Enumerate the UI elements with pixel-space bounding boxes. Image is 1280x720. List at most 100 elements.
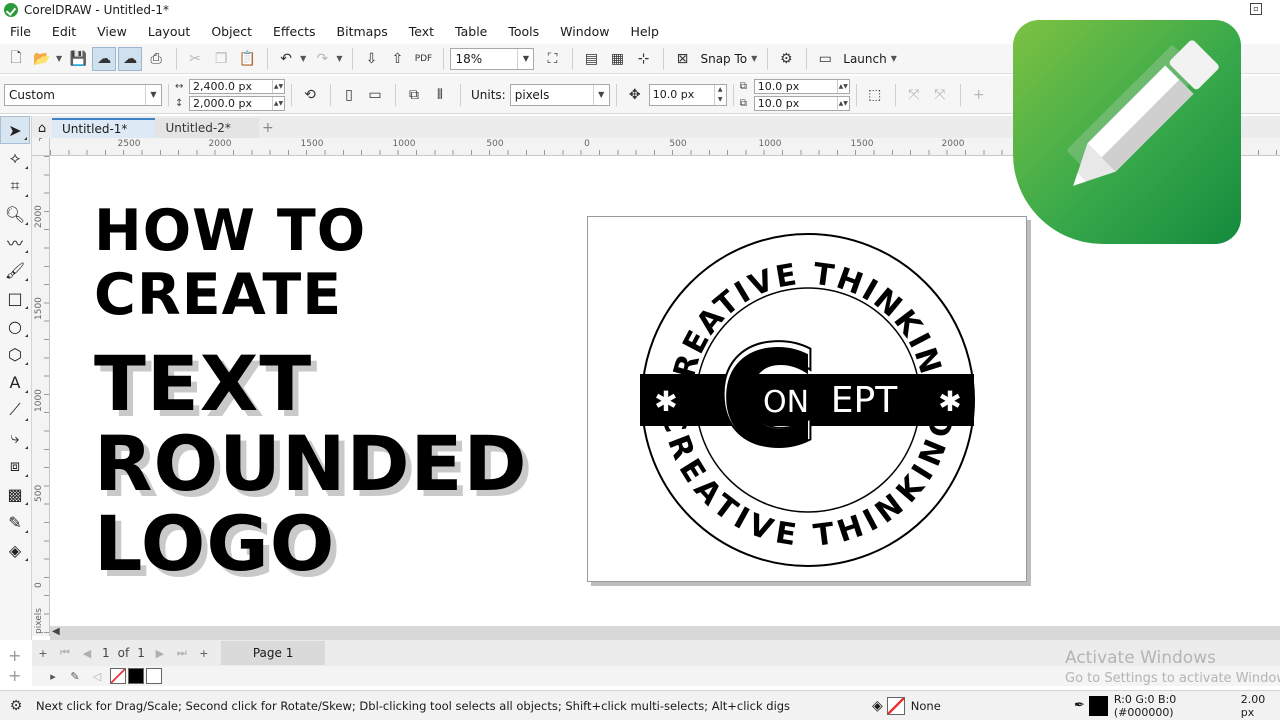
first-page-icon[interactable]: ⏮	[54, 646, 76, 660]
show-grid-icon[interactable]: ▦	[605, 47, 629, 71]
page-1-tab[interactable]: Page 1	[220, 641, 326, 665]
menu-bitmaps[interactable]: Bitmaps	[337, 24, 388, 39]
import-icon[interactable]: ⇩	[359, 47, 383, 71]
all-pages-icon[interactable]: ⧉	[402, 83, 426, 107]
shape-tool-icon[interactable]: ⟡	[0, 144, 30, 172]
add-page-before-icon[interactable]: +	[32, 647, 54, 660]
menu-layout[interactable]: Layout	[148, 24, 191, 39]
ellipse-tool-icon[interactable]: ○	[0, 312, 30, 340]
spin-arrows-icon[interactable]: ▲▼	[272, 96, 284, 110]
chevron-down-icon[interactable]: ▼	[517, 48, 533, 69]
swatch-none[interactable]	[110, 668, 126, 684]
fill-indicator[interactable]: ◈ None	[872, 696, 941, 715]
redo-dropdown-icon[interactable]: ▼	[336, 54, 342, 63]
horizontal-scrollbar[interactable]: ◀	[50, 626, 1280, 640]
scroll-left-icon[interactable]: ◀	[52, 626, 60, 637]
launch-icon[interactable]: ▭	[813, 47, 837, 71]
zoom-level-combo[interactable]: 18% ▼	[450, 47, 535, 70]
treat-as-filled-icon[interactable]: ⬚	[863, 83, 887, 107]
cut-icon[interactable]: ✂	[183, 47, 207, 71]
gear-icon[interactable]: ⚙	[774, 47, 798, 71]
page-height-field[interactable]: 2,000.0 px ▲▼	[189, 95, 285, 111]
interactive-fill-icon[interactable]: ◈	[0, 536, 30, 564]
landscape-icon[interactable]: ▭	[363, 83, 387, 107]
spin-arrows-icon[interactable]: ▲▼	[713, 84, 726, 105]
dynamic-guides-icon[interactable]: ⤧	[928, 83, 952, 107]
palette-expand-icon[interactable]: ▸	[42, 670, 64, 683]
open-folder-icon[interactable]: 📂	[30, 47, 54, 71]
freehand-tool-icon[interactable]: 〰	[0, 228, 30, 256]
dup-x-field[interactable]: 10.0 px ▲▼	[753, 78, 850, 94]
menu-help[interactable]: Help	[630, 24, 659, 39]
home-icon[interactable]: ⌂	[32, 118, 52, 138]
restore-window-button[interactable]: ▫	[1250, 3, 1262, 15]
palette-scroll-icon[interactable]: ◁	[86, 670, 108, 683]
menu-view[interactable]: View	[97, 24, 127, 39]
menu-table[interactable]: Table	[455, 24, 487, 39]
export-icon[interactable]: ⇧	[385, 47, 409, 71]
snap-off-icon[interactable]: ⊠	[670, 47, 694, 71]
portrait-icon[interactable]: ▯	[337, 83, 361, 107]
menu-edit[interactable]: Edit	[52, 24, 76, 39]
publish-pdf-icon[interactable]: PDF	[411, 47, 435, 71]
redo-icon[interactable]: ↷	[310, 47, 334, 71]
connector-tool-icon[interactable]: ⤷	[0, 424, 30, 452]
crop-tool-icon[interactable]: ⌗	[0, 172, 30, 200]
blend-tool-icon[interactable]: ⧈	[0, 452, 30, 480]
outline-indicator[interactable]: ✒ R:0 G:0 B:0 (#000000) 2.00 px	[1074, 693, 1280, 719]
page-preset-combo[interactable]: Custom ▼	[4, 83, 162, 106]
snap-dropdown-icon[interactable]: ▼	[751, 54, 757, 63]
menu-effects[interactable]: Effects	[273, 24, 316, 39]
chevron-down-icon[interactable]: ▼	[592, 84, 609, 105]
menu-object[interactable]: Object	[211, 24, 252, 39]
ruler-origin-icon[interactable]: ⌜	[32, 138, 50, 156]
page-width-field[interactable]: 2,400.0 px ▲▼	[189, 78, 285, 94]
page-size-icon[interactable]: ⟲	[298, 83, 322, 107]
zoom-tool-icon[interactable]: 🔍︎	[0, 200, 30, 228]
tab-untitled-2[interactable]: Untitled-2*	[155, 118, 259, 138]
parallel-dimension-icon[interactable]: ⟋	[0, 396, 30, 424]
swatch-white[interactable]	[146, 668, 162, 684]
full-screen-icon[interactable]: ⛶	[540, 47, 564, 71]
spin-arrows-icon[interactable]: ▲▼	[272, 79, 284, 93]
new-document-icon[interactable]: 🗋	[4, 47, 28, 71]
eyedropper-tool-icon[interactable]: ✎	[0, 508, 30, 536]
rectangle-tool-icon[interactable]: □	[0, 284, 30, 312]
polygon-tool-icon[interactable]: ⬡	[0, 340, 30, 368]
print-icon[interactable]: ⎙	[144, 47, 168, 71]
menu-file[interactable]: File	[10, 24, 31, 39]
show-guidelines-icon[interactable]: ⊹	[631, 47, 655, 71]
paste-icon[interactable]: 📋	[235, 47, 259, 71]
transparency-tool-icon[interactable]: ▩	[0, 480, 30, 508]
launch-dropdown-icon[interactable]: ▼	[891, 54, 897, 63]
last-page-icon[interactable]: ⏭	[171, 646, 193, 660]
pick-tool-icon[interactable]: ➤	[0, 116, 30, 144]
eyedropper-icon[interactable]: ✎	[64, 670, 86, 683]
previous-page-icon[interactable]: ◀	[76, 647, 98, 660]
units-combo[interactable]: pixels ▼	[509, 83, 610, 106]
open-dropdown-icon[interactable]: ▼	[56, 54, 62, 63]
snap-object-icon[interactable]: ⤧	[902, 83, 926, 107]
add-icon[interactable]: +	[967, 83, 991, 107]
next-page-icon[interactable]: ▶	[149, 647, 171, 660]
tab-untitled-1[interactable]: Untitled-1*	[52, 118, 156, 138]
add-icon[interactable]: +	[8, 646, 21, 665]
save-icon[interactable]: 💾	[66, 47, 90, 71]
gear-icon[interactable]: ⚙	[4, 694, 28, 718]
add-page-after-icon[interactable]: +	[193, 647, 215, 660]
chevron-down-icon[interactable]: ▼	[145, 84, 161, 105]
menu-tools[interactable]: Tools	[508, 24, 539, 39]
swatch-black[interactable]	[128, 668, 144, 684]
text-tool-icon[interactable]: A	[0, 368, 30, 396]
dup-y-field[interactable]: 10.0 px ▲▼	[753, 95, 850, 111]
artistic-media-icon[interactable]: 🖌︎	[0, 256, 30, 284]
copy-icon[interactable]: ❐	[209, 47, 233, 71]
add-icon[interactable]: +	[8, 666, 21, 685]
spin-arrows-icon[interactable]: ▲▼	[836, 79, 849, 93]
cloud-sync-icon[interactable]: ☁	[118, 46, 143, 71]
launch-label[interactable]: Launch	[843, 52, 886, 66]
nudge-distance-field[interactable]: 10.0 px ▲ ▼	[648, 83, 727, 106]
menu-text[interactable]: Text	[409, 24, 434, 39]
cloud-upload-icon[interactable]: ☁	[92, 46, 117, 71]
show-rulers-icon[interactable]: ▤	[579, 47, 603, 71]
